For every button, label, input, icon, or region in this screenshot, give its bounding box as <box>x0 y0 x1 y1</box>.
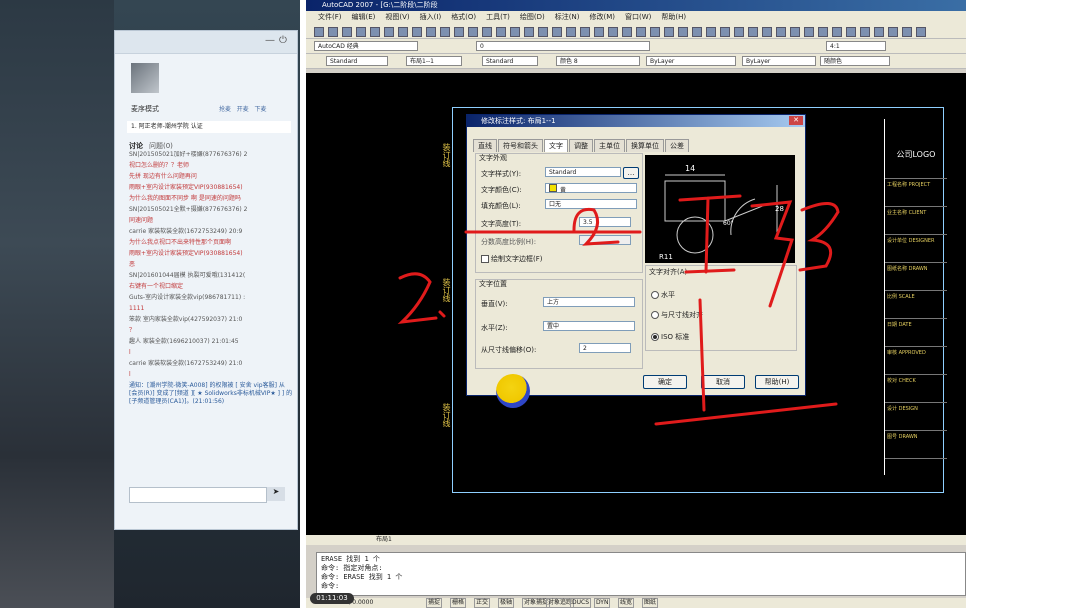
ink-stroke <box>798 202 840 272</box>
ink-stroke <box>678 194 742 274</box>
ink-stroke <box>438 310 446 318</box>
ink-stroke <box>654 402 838 426</box>
ink-stroke <box>698 298 706 412</box>
ink-stroke <box>750 200 795 308</box>
ink-stroke <box>572 207 620 246</box>
handwriting-overlay <box>397 194 840 426</box>
ink-stroke <box>397 272 438 325</box>
